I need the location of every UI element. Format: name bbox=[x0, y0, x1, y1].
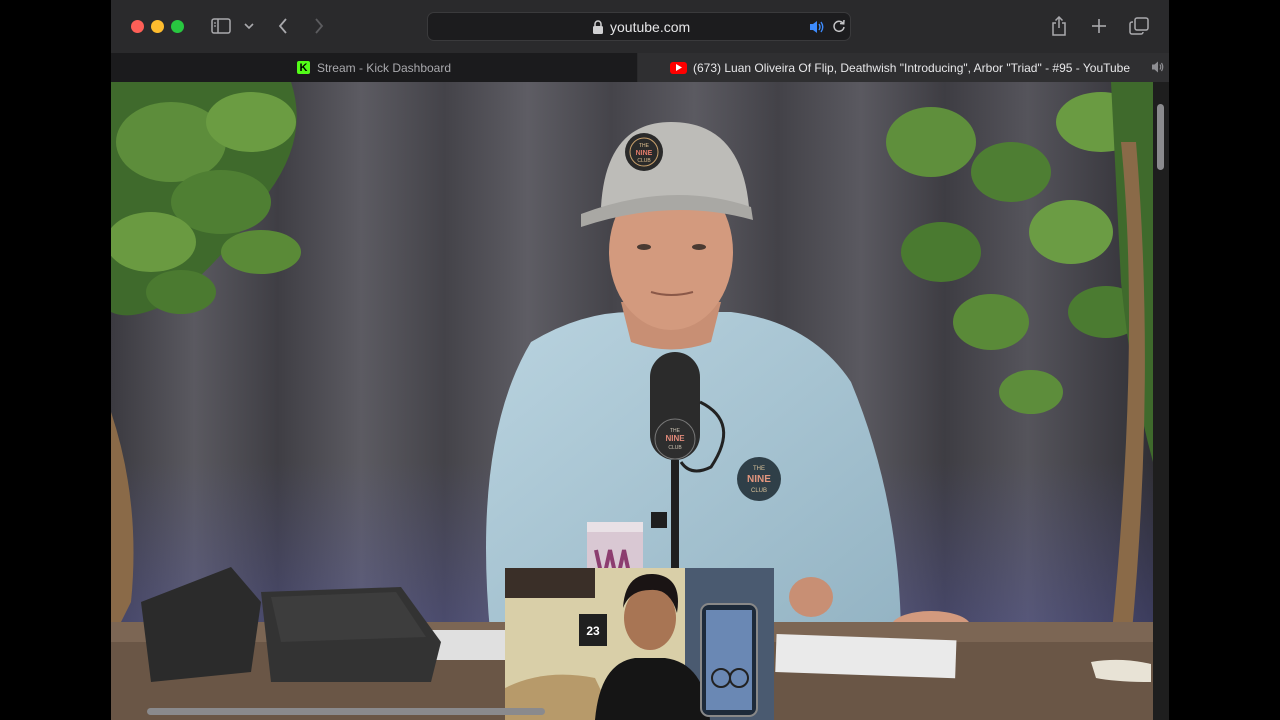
sidebar-icon[interactable] bbox=[209, 14, 233, 38]
shirt-logo-text-1: THE bbox=[753, 466, 765, 472]
vertical-scrollbar[interactable] bbox=[1153, 82, 1169, 720]
cap-logo-text-2: NINE bbox=[636, 150, 653, 157]
speaker-icon[interactable] bbox=[1151, 60, 1165, 74]
lock-icon bbox=[592, 20, 606, 36]
mic-logo-text-2: NINE bbox=[665, 434, 685, 443]
shirt-logo-text-2: NINE bbox=[747, 474, 771, 485]
kick-logo-icon: K bbox=[296, 61, 310, 74]
address-bar[interactable]: youtube.com bbox=[427, 12, 851, 41]
zoom-window-button[interactable] bbox=[171, 20, 184, 33]
scroll-thumb[interactable] bbox=[1157, 104, 1164, 170]
page-content: THE NINE CLUB THE NINE CLUB THE NINE CLU… bbox=[111, 82, 1169, 720]
shirt-logo-text-3: CLUB bbox=[751, 488, 767, 494]
tab-bar: K Stream - Kick Dashboard (673) Luan Oli… bbox=[111, 53, 1169, 82]
cap-logo-text-1: THE bbox=[639, 143, 650, 149]
cap-logo-text-3: CLUB bbox=[637, 158, 651, 164]
youtube-logo-icon bbox=[670, 61, 687, 74]
chevron-right-icon[interactable] bbox=[309, 14, 329, 38]
tab-title: Stream - Kick Dashboard bbox=[316, 60, 452, 75]
close-window-button[interactable] bbox=[131, 20, 144, 33]
tab-kick-dashboard[interactable]: K Stream - Kick Dashboard bbox=[111, 53, 637, 82]
jersey-number: 23 bbox=[586, 624, 600, 638]
mic-logo-text-3: CLUB bbox=[668, 445, 682, 451]
minimize-window-button[interactable] bbox=[151, 20, 164, 33]
webcam-overlay: 23 bbox=[505, 568, 774, 720]
browser-window: youtube.com K Stream - Kick Dashboard (6… bbox=[111, 0, 1169, 720]
share-icon[interactable] bbox=[1049, 14, 1069, 38]
chevron-down-icon[interactable] bbox=[241, 14, 257, 38]
tab-title: (673) Luan Oliveira Of Flip, Deathwish "… bbox=[693, 60, 1131, 75]
address-text: youtube.com bbox=[610, 19, 691, 35]
tab-youtube-video[interactable]: (673) Luan Oliveira Of Flip, Deathwish "… bbox=[638, 53, 1169, 82]
reload-icon[interactable] bbox=[832, 19, 848, 35]
speaker-icon[interactable] bbox=[808, 19, 826, 35]
browser-toolbar: youtube.com bbox=[111, 0, 1169, 53]
plus-icon[interactable] bbox=[1089, 14, 1109, 38]
tabs-icon[interactable] bbox=[1127, 14, 1151, 38]
chevron-left-icon[interactable] bbox=[273, 14, 293, 38]
horizontal-scroll-thumb[interactable] bbox=[147, 708, 545, 715]
